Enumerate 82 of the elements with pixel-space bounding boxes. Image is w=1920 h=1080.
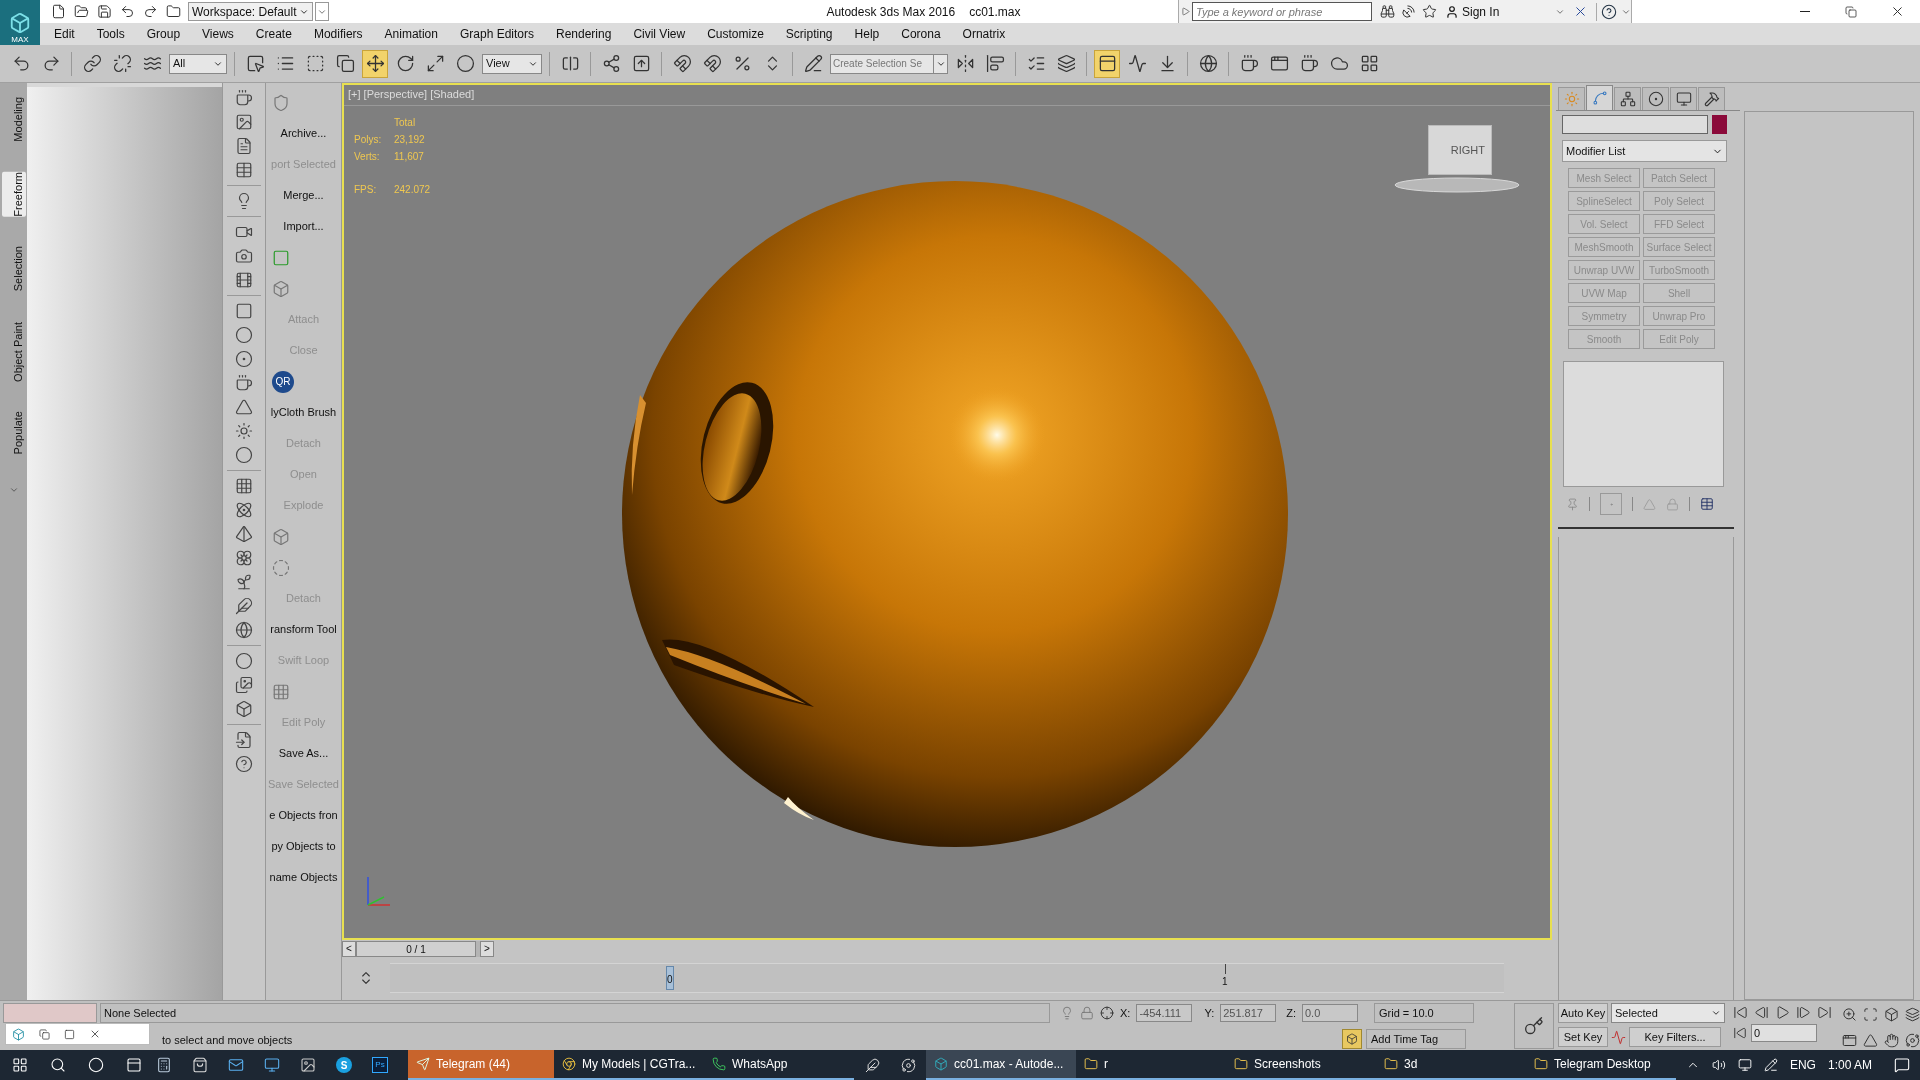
file-name: cc01.max xyxy=(969,3,1021,21)
app-title: Autodesk 3ds Max 2016 xyxy=(826,3,956,21)
y-label: Y: xyxy=(1204,1005,1215,1021)
grid-size-field: Grid = 10.0 xyxy=(1374,1003,1474,1023)
taskbar-window-button[interactable]: My Models | CGTra... xyxy=(554,1050,704,1080)
menu-item[interactable]: Views xyxy=(202,25,234,43)
ribbon-tab[interactable]: Populate xyxy=(1,411,26,455)
frame-tick-label: 1 xyxy=(1222,975,1228,989)
workspace-dropdown[interactable]: Workspace: Default xyxy=(188,2,313,21)
taskbar-window-button[interactable]: cc01.max - Autode... xyxy=(926,1050,1076,1080)
z-label: Z: xyxy=(1286,1005,1296,1021)
language-indicator[interactable]: ENG xyxy=(1789,1056,1816,1074)
key-mode-dropdown[interactable]: Selected xyxy=(1611,1003,1725,1023)
selection-filter-dropdown[interactable]: All xyxy=(169,53,227,74)
key-filters-button[interactable]: Key Filters... xyxy=(1629,1027,1721,1047)
modifier-list-dropdown[interactable]: Modifier List xyxy=(1562,140,1727,162)
taskbar-window-button[interactable]: r xyxy=(1076,1050,1226,1080)
x-label: X: xyxy=(1120,1005,1131,1021)
time-tag-field[interactable]: Add Time Tag xyxy=(1366,1029,1466,1049)
auto-key-button[interactable]: Auto Key xyxy=(1558,1003,1608,1023)
menu-item[interactable]: Corona xyxy=(901,25,941,43)
clock[interactable]: 1:00 AM xyxy=(1827,1056,1872,1074)
prompt-text: to select and move objects xyxy=(162,1034,293,1046)
menu-item[interactable]: Tools xyxy=(96,25,125,43)
menu-item[interactable]: Create xyxy=(255,25,292,43)
named-selection-field[interactable]: Create Selection Se xyxy=(830,53,934,74)
previous-frame-button[interactable]: < xyxy=(342,941,356,957)
ribbon-tab[interactable]: Freeform xyxy=(1,171,26,217)
tool-button[interactable]: Merge... xyxy=(283,187,324,204)
time-slider-thumb[interactable]: 0 / 1 xyxy=(356,941,476,957)
menu-item[interactable]: Ornatrix xyxy=(962,25,1006,43)
menu-item[interactable]: Animation xyxy=(384,25,438,43)
tool-button[interactable]: e Objects fron xyxy=(269,807,338,824)
reference-coordinate-dropdown[interactable]: View xyxy=(482,53,542,74)
track-bar[interactable]: 0 1 xyxy=(390,963,1504,993)
photoshop-logo: Ps xyxy=(372,1057,388,1073)
selection-status: None Selected xyxy=(100,1003,1050,1023)
x-coordinate-field[interactable]: -454.111 xyxy=(1136,1004,1193,1022)
set-key-button[interactable]: Set Key xyxy=(1558,1027,1608,1047)
menu-item[interactable]: Customize xyxy=(707,25,764,43)
frame-tick-label: 0 xyxy=(667,973,673,987)
ribbon-tab[interactable]: Modeling xyxy=(1,97,26,142)
stat-value: 242.072 xyxy=(394,183,431,197)
taskbar-window-button[interactable]: 3d xyxy=(1376,1050,1526,1080)
stat-label: FPS: xyxy=(354,183,378,197)
next-frame-button[interactable]: > xyxy=(480,941,494,957)
menu-item[interactable]: Help xyxy=(854,25,880,43)
menu-item[interactable]: Modifiers xyxy=(313,25,363,43)
y-coordinate-field[interactable]: 251.817 xyxy=(1220,1004,1277,1022)
stat-heading: Total xyxy=(394,116,417,130)
menu-item[interactable]: Scripting xyxy=(785,25,833,43)
tool-button[interactable]: Save As... xyxy=(278,745,329,762)
menu-item[interactable]: Rendering xyxy=(556,25,612,43)
skype-logo: S xyxy=(336,1057,352,1073)
taskbar-window-button[interactable]: Telegram (44) xyxy=(408,1050,554,1080)
z-coordinate-field[interactable]: 0.0 xyxy=(1302,1004,1358,1022)
stat-value: 23,192 xyxy=(394,133,426,147)
stat-value: 11,607 xyxy=(394,150,425,164)
qr-badge[interactable]: QR xyxy=(272,370,294,393)
stat-label: Verts: xyxy=(354,150,381,164)
search-field[interactable]: Type a keyword or phrase xyxy=(1192,2,1372,21)
menu-item[interactable]: Group xyxy=(146,25,181,43)
sign-in-button[interactable]: Sign In xyxy=(1445,2,1555,21)
ribbon-tab[interactable]: Selection xyxy=(1,246,26,292)
app-logo[interactable]: MAX xyxy=(0,0,40,45)
current-frame-field[interactable]: 0 xyxy=(1751,1024,1817,1042)
menu-item[interactable]: Edit xyxy=(54,25,75,43)
taskbar-window-button[interactable]: WhatsApp xyxy=(704,1050,854,1080)
viewport[interactable]: [+] [Perspective] [Shaded] Total Polys: 23,192 Verts: 11,607 FPS: 242.072 RIGHT xyxy=(342,83,1552,940)
menu-item[interactable]: Graph Editors xyxy=(459,25,534,43)
tool-button[interactable]: name Objects xyxy=(269,869,338,886)
menu-item[interactable]: Civil View xyxy=(633,25,686,43)
tool-button[interactable]: py Objects to xyxy=(271,838,336,855)
ribbon-tab[interactable]: Object Paint xyxy=(1,321,26,382)
tool-button[interactable]: lyCloth Brush xyxy=(270,404,337,421)
tool-button[interactable]: ransform Tool xyxy=(270,621,337,638)
taskbar-window-button[interactable]: Telegram Desktop xyxy=(1526,1050,1676,1080)
taskbar-window-button[interactable]: Screenshots xyxy=(1226,1050,1376,1080)
tool-button[interactable]: Import... xyxy=(283,218,324,235)
view-cube[interactable]: RIGHT xyxy=(1428,125,1492,175)
stat-label: Polys: xyxy=(354,133,383,147)
tool-button[interactable]: Archive... xyxy=(280,125,327,142)
